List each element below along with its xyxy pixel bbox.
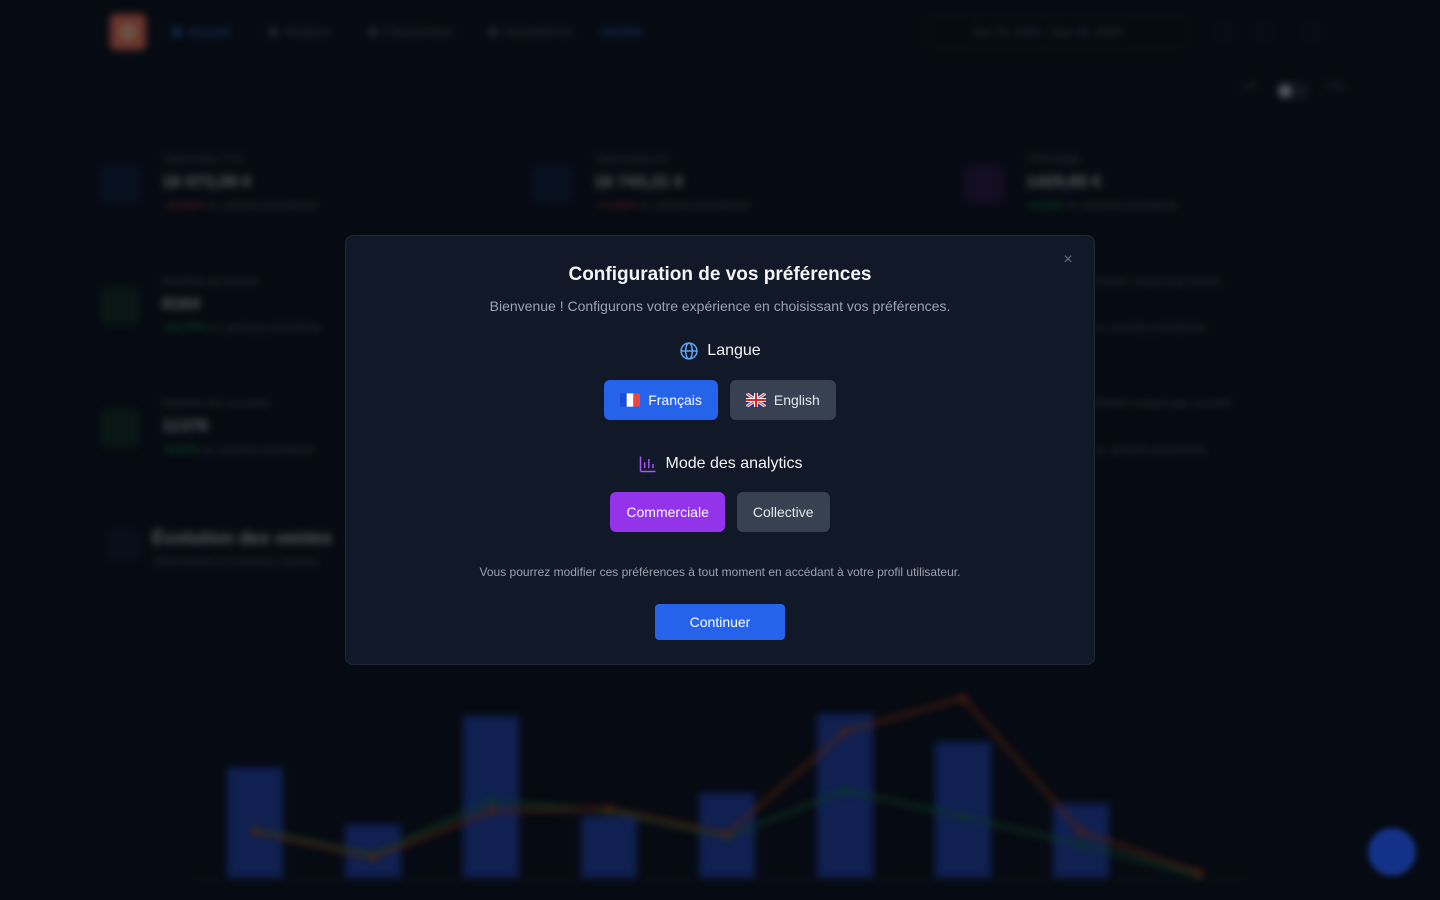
uk-flag-icon (745, 393, 766, 407)
language-option-english[interactable]: English (729, 380, 836, 420)
mode-heading-label: Mode des analytics (665, 455, 803, 472)
mode-option-collective[interactable]: Collective (736, 492, 830, 532)
language-heading-label: Langue (707, 342, 761, 359)
mode-option-label: Commerciale (626, 504, 709, 520)
mode-options: Commerciale Collective (346, 492, 1094, 532)
language-option-label: Français (648, 392, 702, 408)
modal-subtitle: Bienvenue ! Configurons votre expérience… (489, 298, 951, 314)
bar-chart-icon (638, 454, 658, 474)
language-option-french[interactable]: Français (604, 380, 718, 420)
mode-section-heading: Mode des analytics (346, 454, 1094, 474)
france-flag-icon (620, 393, 641, 407)
preferences-modal: × Configuration de vos préférences Bienv… (345, 235, 1095, 665)
preferences-note: Vous pourrez modifier ces préférences à … (479, 565, 961, 579)
continue-button[interactable]: Continuer (655, 604, 785, 640)
modal-title: Configuration de vos préférences (568, 264, 872, 285)
language-options: Français English (346, 380, 1094, 420)
language-section-heading: Langue (346, 341, 1094, 361)
language-option-label: English (773, 392, 820, 408)
globe-icon (679, 341, 699, 361)
mode-option-commerciale[interactable]: Commerciale (610, 492, 725, 532)
mode-option-label: Collective (752, 504, 814, 520)
